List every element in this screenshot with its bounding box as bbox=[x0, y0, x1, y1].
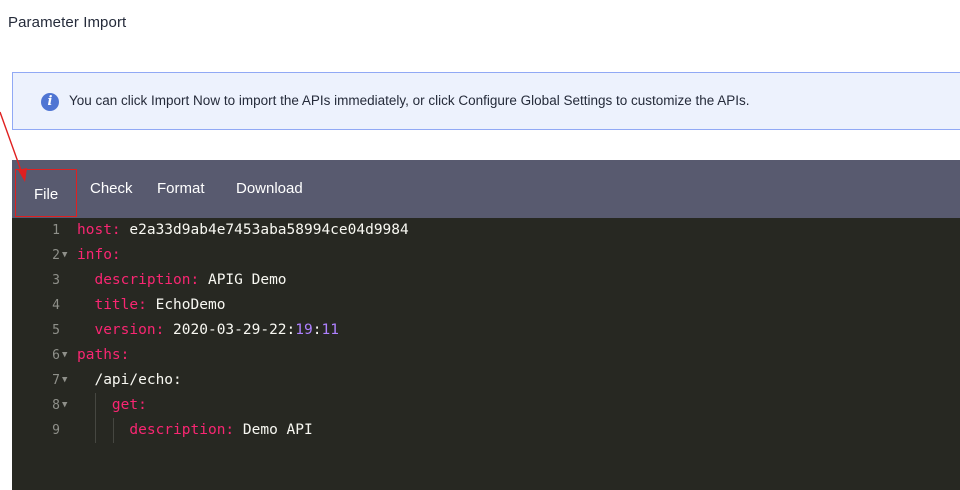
yaml-key: description bbox=[94, 272, 191, 288]
code-line: 7 ▼ /api/echo: bbox=[12, 368, 960, 393]
fold-toggle-icon[interactable]: ▼ bbox=[62, 343, 67, 368]
code-line: 6 ▼ paths: bbox=[12, 343, 960, 368]
yaml-value: APIG Demo bbox=[207, 272, 287, 288]
yaml-number: 11 bbox=[321, 322, 339, 338]
editor-toolbar: File Check Format Download bbox=[12, 160, 960, 218]
line-number: 4 bbox=[52, 298, 60, 313]
code-editor[interactable]: File Check Format Download 1 host: e2a33… bbox=[12, 160, 960, 490]
fold-toggle-icon[interactable]: ▼ bbox=[62, 243, 67, 268]
yaml-key: /api/echo bbox=[94, 372, 174, 388]
line-number: 8 bbox=[52, 398, 60, 413]
yaml-key: version bbox=[94, 322, 156, 338]
annotation-highlight-box bbox=[15, 169, 77, 217]
code-line: 5 version: 2020-03-29-22:19:11 bbox=[12, 318, 960, 343]
yaml-key: title bbox=[94, 297, 139, 313]
yaml-key: paths bbox=[77, 347, 121, 363]
yaml-key: host bbox=[77, 222, 112, 238]
line-number: 5 bbox=[52, 323, 60, 338]
page-title: Parameter Import bbox=[8, 14, 127, 31]
fold-toggle-icon[interactable]: ▼ bbox=[62, 393, 67, 418]
yaml-value: e2a33d9ab4e7453aba58994ce04d9984 bbox=[129, 222, 409, 238]
line-number: 6 bbox=[52, 348, 60, 363]
code-line: 2 ▼ info: bbox=[12, 243, 960, 268]
line-number: 9 bbox=[52, 423, 60, 438]
code-line: 9 description: Demo API bbox=[12, 418, 960, 443]
line-number: 1 bbox=[52, 223, 60, 238]
line-number: 3 bbox=[52, 273, 60, 288]
code-line: 1 host: e2a33d9ab4e7453aba58994ce04d9984 bbox=[12, 218, 960, 243]
line-number: 2 bbox=[52, 248, 60, 263]
code-area[interactable]: 1 host: e2a33d9ab4e7453aba58994ce04d9984… bbox=[12, 218, 960, 443]
yaml-number: 19 bbox=[295, 322, 313, 338]
check-button[interactable]: Check bbox=[90, 180, 133, 197]
fold-toggle-icon[interactable]: ▼ bbox=[62, 368, 67, 393]
code-line: 8 ▼ get: bbox=[12, 393, 960, 418]
code-line: 4 title: EchoDemo bbox=[12, 293, 960, 318]
format-button[interactable]: Format bbox=[157, 180, 205, 197]
line-number: 7 bbox=[52, 373, 60, 388]
yaml-key: get bbox=[111, 397, 139, 413]
info-banner: i You can click Import Now to import the… bbox=[12, 72, 960, 130]
yaml-value: Demo API bbox=[242, 422, 313, 438]
yaml-value: 2020-03-29-22 bbox=[173, 322, 287, 338]
download-button[interactable]: Download bbox=[236, 180, 303, 197]
yaml-key: info bbox=[77, 247, 112, 263]
code-line: 3 description: APIG Demo bbox=[12, 268, 960, 293]
info-icon: i bbox=[41, 93, 59, 111]
info-banner-text: You can click Import Now to import the A… bbox=[69, 93, 750, 108]
yaml-value: EchoDemo bbox=[155, 297, 226, 313]
yaml-key: description bbox=[129, 422, 226, 438]
